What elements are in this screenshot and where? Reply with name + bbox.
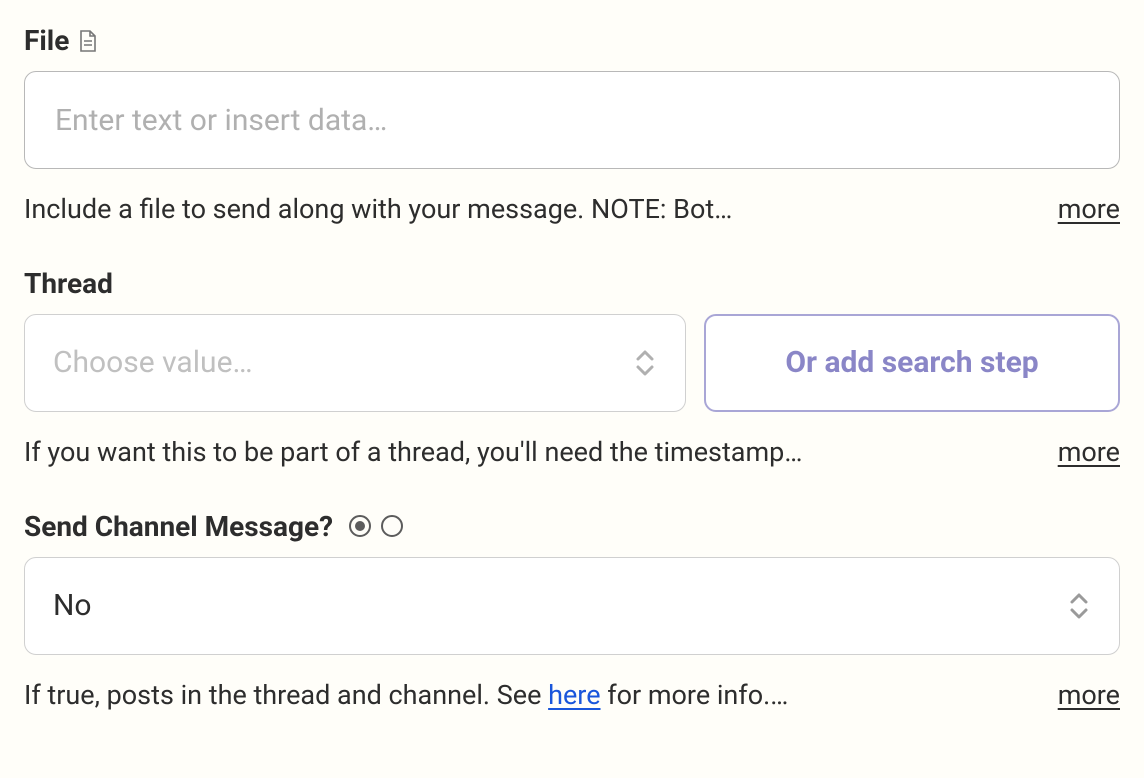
thread-more-link[interactable]: more xyxy=(1058,436,1120,468)
file-more-link[interactable]: more xyxy=(1058,193,1120,225)
add-search-step-button[interactable]: Or add search step xyxy=(704,314,1120,412)
thread-label: Thread xyxy=(24,267,113,300)
radio-dot-icon xyxy=(355,521,365,531)
send-channel-helper-after: for more info.… xyxy=(601,679,789,711)
send-channel-more-link[interactable]: more xyxy=(1058,679,1120,711)
file-label: File xyxy=(24,24,69,57)
radio-group xyxy=(349,515,403,537)
thread-select[interactable]: Choose value… xyxy=(24,314,686,412)
file-input-placeholder: Enter text or insert data… xyxy=(55,103,387,138)
send-channel-here-link[interactable]: here xyxy=(548,679,600,711)
send-channel-select[interactable]: No xyxy=(24,557,1120,655)
thread-helper-text: If you want this to be part of a thread,… xyxy=(24,434,1028,472)
thread-helper-row: If you want this to be part of a thread,… xyxy=(24,434,1120,472)
thread-label-row: Thread xyxy=(24,267,1120,300)
send-channel-helper-row: If true, posts in the thread and channel… xyxy=(24,677,1120,715)
file-helper-row: Include a file to send along with your m… xyxy=(24,191,1120,229)
send-channel-label-row: Send Channel Message? xyxy=(24,510,1120,543)
radio-option-unselected[interactable] xyxy=(381,515,403,537)
file-label-row: File xyxy=(24,24,1120,57)
thread-field-group: Thread Choose value… Or add search step … xyxy=(24,267,1120,472)
thread-input-row: Choose value… Or add search step xyxy=(24,314,1120,412)
send-channel-label: Send Channel Message? xyxy=(24,510,333,543)
thread-select-placeholder: Choose value… xyxy=(53,345,253,380)
file-input[interactable]: Enter text or insert data… xyxy=(24,71,1120,169)
chevron-updown-icon xyxy=(1067,590,1091,622)
send-channel-field-group: Send Channel Message? No If true, posts … xyxy=(24,510,1120,715)
send-channel-value: No xyxy=(53,588,92,623)
send-channel-helper-text: If true, posts in the thread and channel… xyxy=(24,677,1028,715)
file-helper-text: Include a file to send along with your m… xyxy=(24,191,1028,229)
radio-option-selected[interactable] xyxy=(349,515,371,537)
chevron-updown-icon xyxy=(633,347,657,379)
file-field-group: File Enter text or insert data… Include … xyxy=(24,24,1120,229)
add-search-step-label: Or add search step xyxy=(785,345,1038,380)
document-icon xyxy=(79,30,97,52)
send-channel-helper-before: If true, posts in the thread and channel… xyxy=(24,679,548,711)
